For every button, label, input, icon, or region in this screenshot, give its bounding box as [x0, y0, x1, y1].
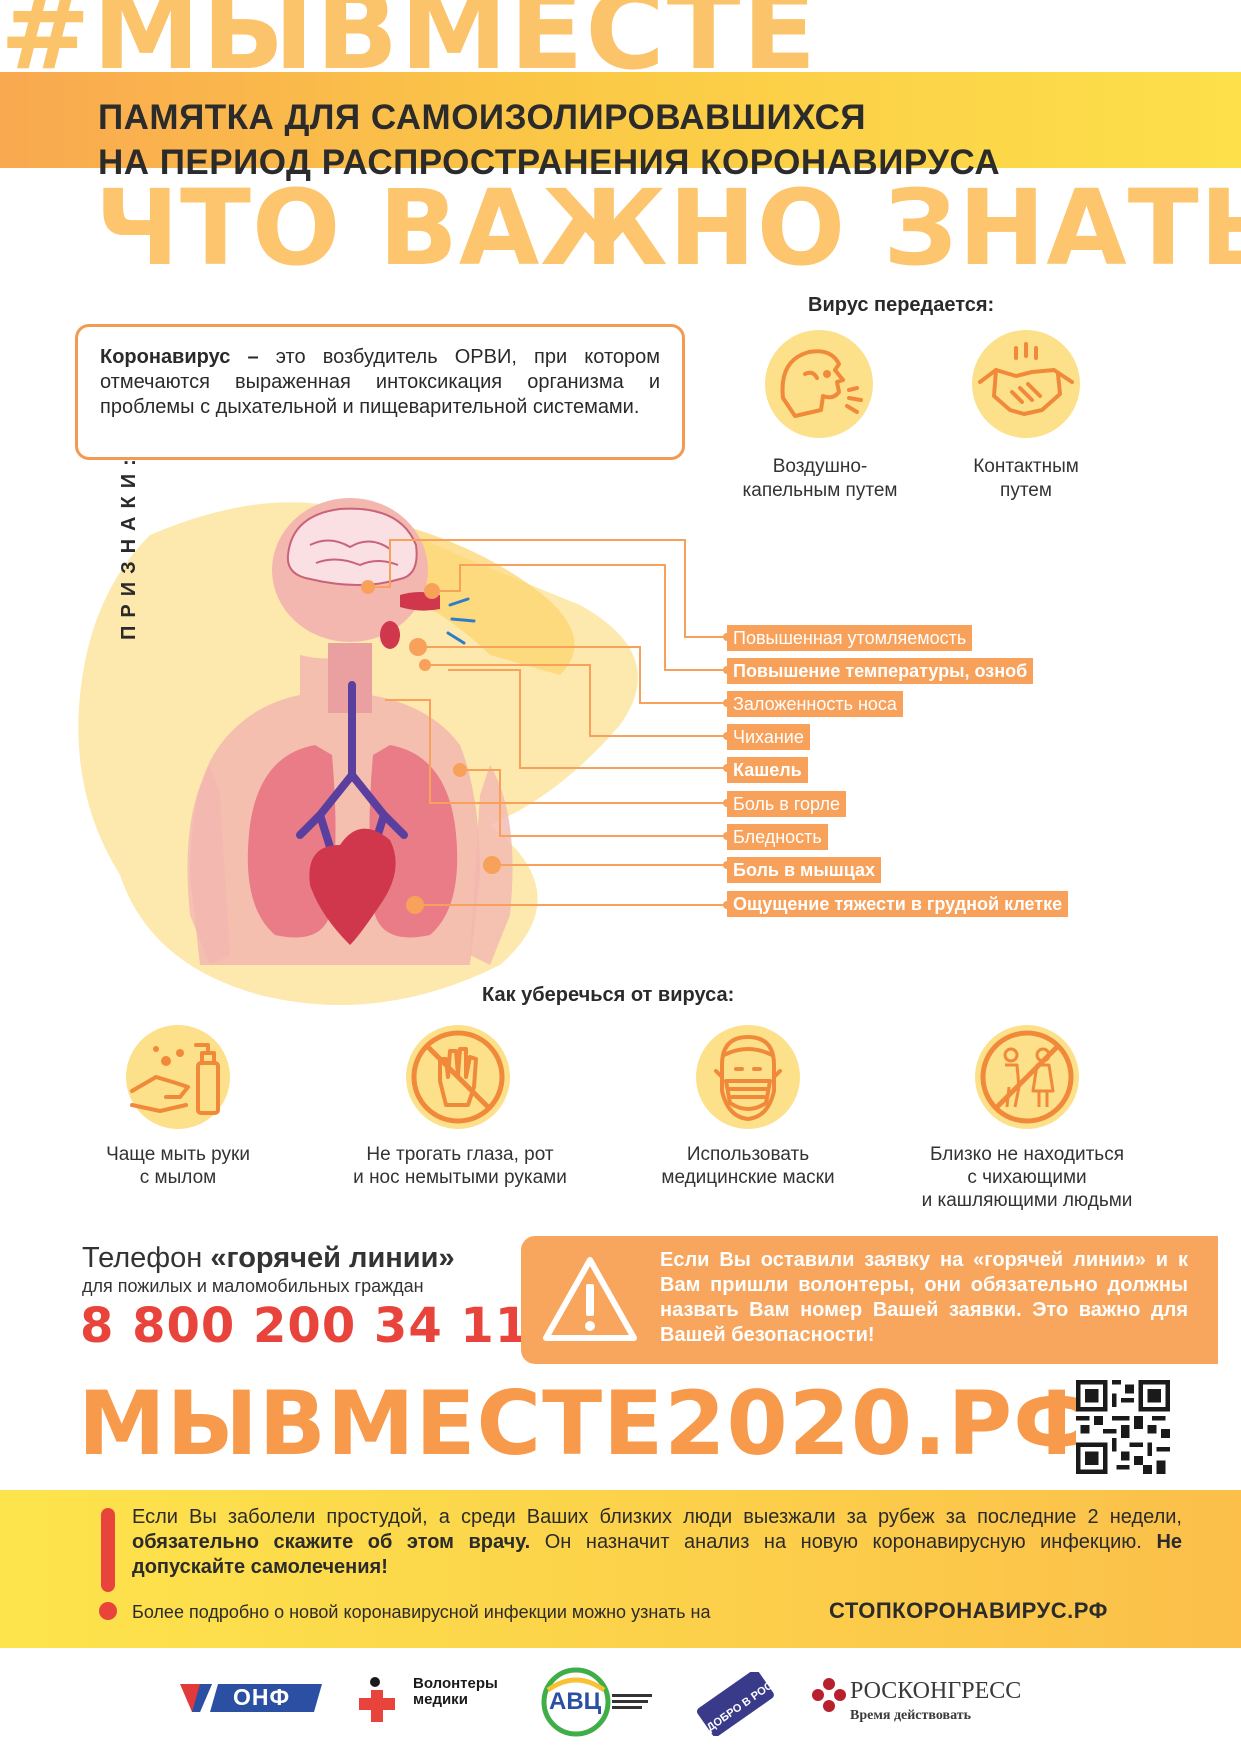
avc-logo: АВЦ [540, 1666, 660, 1738]
face-mask-icon [696, 1025, 800, 1129]
symptom-muscle-pain: Боль в мышцах [727, 857, 882, 883]
symptom-sneezing: Чихание [727, 724, 810, 750]
symptom-cough: Кашель [727, 757, 808, 783]
symptom-sore-throat: Боль в горле [727, 791, 846, 817]
prevention-caption-masks: Использовать медицинские маски [661, 1144, 835, 1188]
qr-code[interactable] [1076, 1380, 1170, 1474]
handshake-icon [972, 330, 1080, 438]
symptom-connectors [361, 539, 731, 914]
campaign-site-url[interactable]: МЫВМЕСТЕ2020.РФ [78, 1372, 1101, 1475]
volunteers-medics-logo: Волонтеры медики [355, 1674, 505, 1724]
more-info-text: Более подробно о новой коронавирусной ин… [132, 1602, 711, 1622]
hotline-title: Телефон «горячей линии» [82, 1242, 455, 1274]
symptom-pallor: Бледность [727, 824, 828, 850]
onf-logo: ОНФ [178, 1680, 324, 1721]
symptom-chest-heaviness: Ощущение тяжести в грудной клетке [727, 891, 1069, 917]
signs-label: ПРИЗНАКИ: [118, 451, 140, 640]
hand-washing-icon [126, 1025, 230, 1129]
no-touch-hand-icon [406, 1025, 510, 1129]
subtitle-line-1: ПАМЯТКА ДЛЯ САМОИЗОЛИРОВАВШИХСЯ [98, 98, 867, 137]
transmission-caption-contact: Контактным путем [973, 456, 1079, 501]
exclamation-dot-icon [99, 1602, 117, 1620]
definition-box: Коронавирус – это возбудитель ОРВИ, при … [75, 324, 685, 460]
prevention-caption-no-touch: Не трогать глаза, рот и нос немытыми рук… [353, 1144, 567, 1188]
transmission-title: Вирус передается: [808, 294, 995, 316]
hotline-subtitle: для пожилых и маломобильных граждан [82, 1276, 424, 1296]
bottom-notice-text: Если Вы заболели простудой, а среди Ваши… [132, 1506, 1183, 1578]
roscongress-logo: РОСКОНГРЕСС Время действовать [810, 1676, 1070, 1732]
symptom-nasal-congestion: Заложенность носа [727, 691, 903, 717]
info-site-link[interactable]: СТОПКОРОНАВИРУС.РФ [829, 1598, 1108, 1624]
prevention-title: Как уберечься от вируса: [482, 984, 735, 1006]
section-heading: ЧТО ВАЖНО ЗНАТЬ [95, 167, 1241, 289]
hotline-phone-number[interactable]: 8 800 200 34 11 [80, 1298, 529, 1354]
definition-term: Коронавирус – [100, 346, 259, 368]
symptom-fever: Повышение температуры, озноб [727, 658, 1034, 684]
keep-distance-icon [975, 1025, 1079, 1129]
warning-text: Если Вы оставили заявку на «горячей лини… [660, 1249, 1188, 1346]
prevention-caption-distance: Близко не находиться с чихающими и кашля… [921, 1144, 1133, 1211]
symptom-fatigue: Повышенная утомляемость [727, 625, 973, 651]
dobro-logo: ДОБРО В РОССИИ [693, 1666, 795, 1737]
warning-triangle-icon [543, 1257, 637, 1341]
exclamation-icon [101, 1508, 115, 1592]
prevention-caption-wash-hands: Чаще мыть руки с мылом [106, 1144, 250, 1188]
transmission-caption-airborne: Воздушно- капельным путем [742, 456, 898, 501]
coughing-person-icon [765, 330, 873, 438]
